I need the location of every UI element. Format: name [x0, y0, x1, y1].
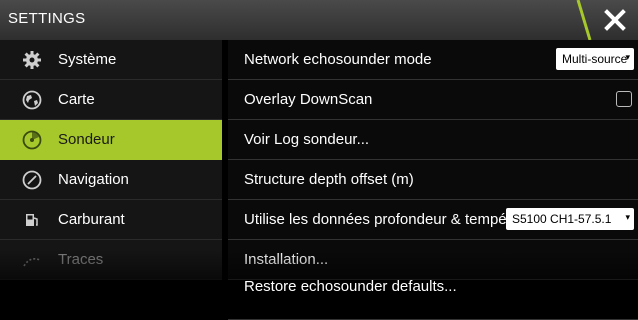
- network-mode-select[interactable]: Multi-source ▾: [556, 48, 634, 70]
- chevron-down-icon: ▾: [625, 212, 630, 222]
- setting-row-overlay[interactable]: Overlay DownScan: [228, 80, 638, 120]
- sidebar-item-label: Carburant: [58, 211, 125, 228]
- network-mode-label: Network echosounder mode: [244, 51, 432, 68]
- setting-row-restore[interactable]: Restore echosounder defaults...: [228, 278, 638, 320]
- sidebar-item-label: Sondeur: [58, 131, 115, 148]
- setting-row-depth-temp-source[interactable]: Utilise les données profondeur & tempéra…: [228, 200, 638, 240]
- window-title: SETTINGS: [8, 10, 86, 27]
- restore-label: Restore echosounder defaults...: [244, 278, 457, 295]
- sidebar-item-navigation[interactable]: Navigation: [0, 160, 222, 200]
- sidebar-item-traces[interactable]: Traces: [0, 240, 222, 280]
- close-icon[interactable]: [594, 0, 638, 40]
- depth-temp-value: S5100 CH1-57.5.1: [512, 212, 612, 226]
- log-label: Voir Log sondeur...: [244, 131, 370, 148]
- setting-row-installation[interactable]: Installation...: [228, 240, 638, 280]
- overlay-label: Overlay DownScan: [244, 91, 373, 108]
- fuel-icon: [26, 214, 38, 226]
- setting-row-log[interactable]: Voir Log sondeur...: [228, 120, 638, 160]
- sidebar-item-label: Système: [58, 51, 117, 68]
- sidebar-item-label: Carte: [58, 91, 95, 108]
- network-mode-value: Multi-source: [562, 52, 628, 66]
- chevron-down-icon: ▾: [625, 52, 630, 62]
- settings-sidebar: Système Carte Sondeur Navigation Carbura…: [0, 40, 222, 280]
- depth-temp-select[interactable]: S5100 CH1-57.5.1 ▾: [506, 208, 634, 230]
- accent-slash-decoration: [576, 0, 592, 40]
- overlay-checkbox[interactable]: [616, 91, 632, 107]
- depth-temp-label: Utilise les données profondeur & tempéra…: [244, 211, 533, 228]
- title-bar: SETTINGS: [0, 0, 638, 40]
- sidebar-item-carte[interactable]: Carte: [0, 80, 222, 120]
- depth-offset-label: Structure depth offset (m): [244, 171, 414, 188]
- settings-panel: Network echosounder mode Multi-source ▾ …: [228, 40, 638, 320]
- compass-icon: [22, 170, 42, 190]
- tracks-icon: [23, 258, 41, 267]
- globe-icon: [22, 90, 42, 110]
- setting-row-network-mode[interactable]: Network echosounder mode Multi-source ▾: [228, 40, 638, 80]
- sidebar-item-carburant[interactable]: Carburant: [0, 200, 222, 240]
- sidebar-item-label: Navigation: [58, 171, 129, 188]
- setting-row-depth-offset[interactable]: Structure depth offset (m): [228, 160, 638, 200]
- gear-icon: [23, 51, 41, 69]
- sidebar-item-label: Traces: [58, 251, 104, 268]
- installation-label: Installation...: [244, 251, 329, 268]
- sidebar-item-sondeur[interactable]: Sondeur: [0, 120, 222, 160]
- sonar-icon: [22, 130, 42, 150]
- sidebar-item-systeme[interactable]: Système: [0, 40, 222, 80]
